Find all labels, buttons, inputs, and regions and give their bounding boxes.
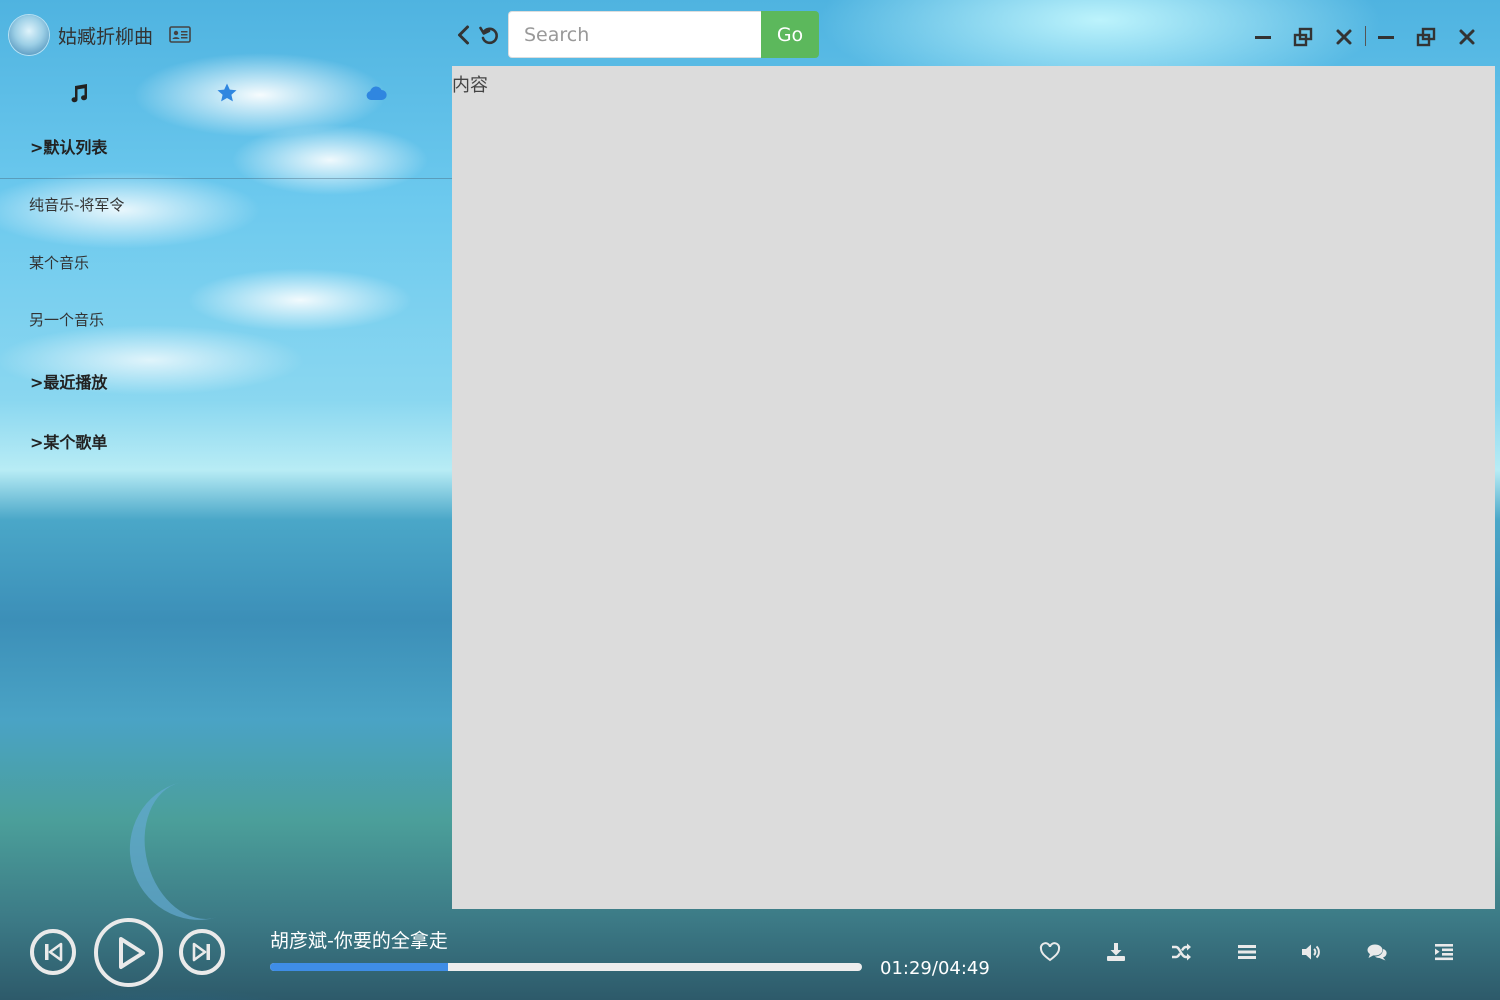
search-input[interactable] [508, 11, 761, 58]
music-note-icon[interactable] [68, 82, 90, 104]
skip-previous-icon [45, 942, 63, 962]
volume-icon[interactable] [1300, 941, 1322, 963]
skip-next-icon [192, 942, 210, 962]
heart-icon[interactable] [1039, 941, 1061, 963]
search-bar: Go [508, 11, 819, 58]
group-playlist[interactable]: >某个歌单 [30, 429, 107, 453]
play-button[interactable] [94, 918, 163, 987]
group-recent-played[interactable]: >最近播放 [30, 369, 107, 393]
minimize-icon[interactable] [1252, 26, 1274, 48]
id-card-icon[interactable] [169, 26, 191, 43]
app-title: 姑臧折柳曲 [58, 26, 154, 48]
content-panel: 内容 [452, 66, 1495, 909]
comments-icon[interactable] [1366, 941, 1388, 963]
music-player-window: 姑臧折柳曲 >默认列表 纯音乐-将军令 某个音乐 另一个音乐 >最近播放 >某个… [0, 0, 1500, 1000]
star-icon[interactable] [216, 82, 238, 104]
shuffle-icon[interactable] [1170, 941, 1192, 963]
back-icon[interactable] [453, 24, 475, 46]
song-item[interactable]: 某个音乐 [29, 252, 89, 273]
player-bar [0, 910, 1500, 1000]
content-text: 内容 [452, 75, 488, 96]
song-item[interactable]: 纯音乐-将军令 [29, 194, 124, 215]
progress-fill [270, 963, 448, 971]
cloud-icon[interactable] [365, 82, 387, 104]
avatar[interactable] [9, 15, 49, 55]
restore-icon[interactable] [1292, 26, 1314, 48]
go-button[interactable]: Go [761, 11, 819, 58]
playlist-icon[interactable] [1236, 941, 1258, 963]
close-icon[interactable] [1333, 26, 1355, 48]
close-icon[interactable] [1456, 26, 1478, 48]
previous-button[interactable] [30, 929, 76, 975]
restore-icon[interactable] [1415, 26, 1437, 48]
sidebar: 姑臧折柳曲 >默认列表 纯音乐-将军令 某个音乐 另一个音乐 >最近播放 >某个… [0, 0, 452, 910]
lyrics-indent-icon[interactable] [1433, 941, 1455, 963]
play-icon [119, 937, 145, 969]
progress-bar[interactable] [270, 963, 862, 971]
window-controls-divider [1365, 26, 1366, 46]
sidebar-divider [0, 178, 452, 179]
song-item[interactable]: 另一个音乐 [29, 309, 104, 330]
track-title: 胡彦斌-你要的全拿走 [270, 930, 448, 952]
group-default-list[interactable]: >默认列表 [30, 134, 107, 158]
next-button[interactable] [179, 929, 225, 975]
minimize-icon[interactable] [1375, 26, 1397, 48]
playback-time: 01:29/04:49 [880, 958, 990, 979]
download-icon[interactable] [1105, 941, 1127, 963]
refresh-icon[interactable] [478, 24, 500, 46]
